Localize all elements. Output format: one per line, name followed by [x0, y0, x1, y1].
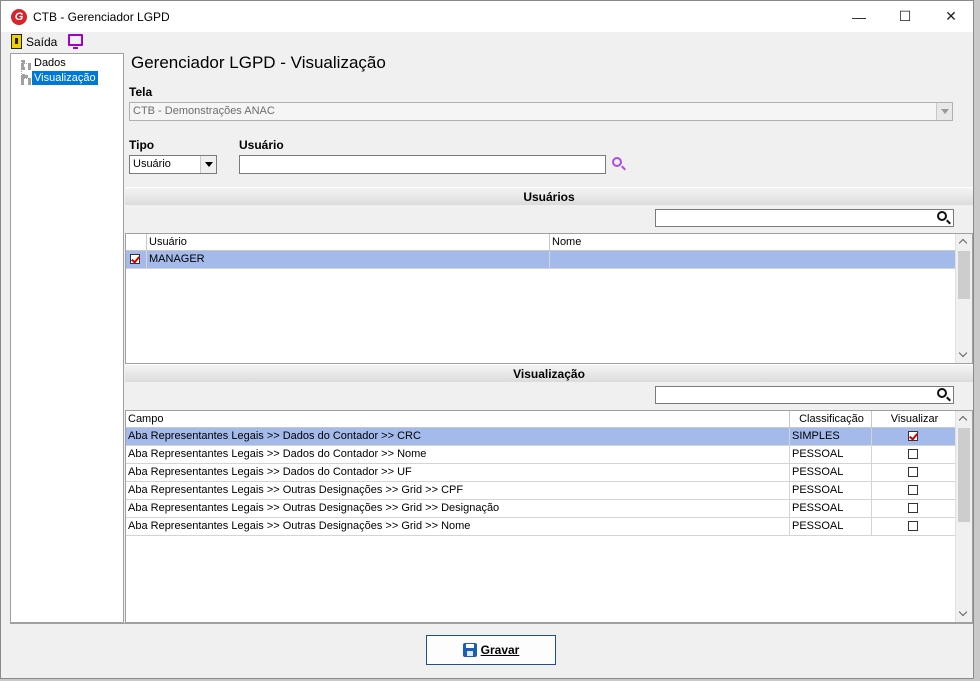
- chevron-down-icon: [200, 156, 216, 173]
- scroll-up-icon[interactable]: [956, 411, 972, 427]
- cell-classificacao: PESSOAL: [790, 500, 872, 517]
- screen-button[interactable]: [68, 34, 83, 49]
- exit-button[interactable]: Saída: [11, 34, 57, 49]
- cell-visualizar[interactable]: [872, 482, 956, 499]
- cell-classificacao: PESSOAL: [790, 518, 872, 535]
- window-title: CTB - Gerenciador LGPD: [33, 10, 170, 24]
- visualizar-checkbox[interactable]: [908, 449, 918, 459]
- scroll-thumb[interactable]: [958, 251, 970, 299]
- visualizacao-search-input[interactable]: [655, 386, 954, 404]
- cell-classificacao: PESSOAL: [790, 464, 872, 481]
- cell-classificacao: SIMPLES: [790, 428, 872, 445]
- visualizacao-section-header: Visualização: [125, 364, 973, 382]
- cell-campo: Aba Representantes Legais >> Dados do Co…: [126, 446, 790, 463]
- visualizar-checkbox[interactable]: [908, 485, 918, 495]
- maximize-button[interactable]: ☐: [882, 1, 928, 32]
- floppy-disk-icon: [462, 643, 477, 657]
- grid-header-nome[interactable]: Nome: [550, 234, 956, 251]
- usuarios-search-input[interactable]: [655, 209, 954, 227]
- search-icon[interactable]: [937, 388, 947, 398]
- visualizar-checkbox[interactable]: [908, 431, 918, 441]
- visualizar-checkbox[interactable]: [908, 521, 918, 531]
- usuarios-scrollbar[interactable]: [955, 234, 972, 363]
- visualizar-checkbox[interactable]: [908, 503, 918, 513]
- title-bar[interactable]: G CTB - Gerenciador LGPD — ☐ ✕: [1, 1, 973, 32]
- cell-visualizar[interactable]: [872, 446, 956, 463]
- grid-header-campo[interactable]: Campo: [126, 411, 790, 428]
- row-checkbox[interactable]: [130, 254, 140, 264]
- scroll-up-icon[interactable]: [956, 234, 972, 250]
- cell-campo: Aba Representantes Legais >> Outras Desi…: [126, 518, 790, 535]
- cell-usuario: MANAGER: [147, 251, 550, 268]
- tela-label: Tela: [129, 85, 153, 99]
- tipo-select[interactable]: Usuário: [129, 155, 217, 174]
- close-button[interactable]: ✕: [928, 1, 974, 32]
- table-row[interactable]: MANAGER: [126, 251, 956, 269]
- grid-header-visualizar[interactable]: Visualizar: [872, 411, 956, 428]
- grid-header-usuario[interactable]: Usuário: [147, 234, 550, 251]
- cell-classificacao: PESSOAL: [790, 446, 872, 463]
- table-row[interactable]: Aba Representantes Legais >> Dados do Co…: [126, 464, 956, 482]
- usuarios-section-header: Usuários: [125, 187, 973, 205]
- cell-campo: Aba Representantes Legais >> Dados do Co…: [126, 428, 790, 445]
- tree-item-visualizacao[interactable]: Visualização: [32, 71, 98, 85]
- save-label: Gravar: [480, 643, 520, 657]
- exit-label: Saída: [26, 34, 58, 49]
- cell-classificacao: PESSOAL: [790, 482, 872, 499]
- cell-visualizar[interactable]: [872, 500, 956, 517]
- usuarios-grid: Usuário Nome MANAGER: [125, 233, 973, 364]
- row-check-cell[interactable]: [126, 251, 147, 268]
- toolbar: Saída: [1, 32, 973, 52]
- cell-nome: [550, 251, 956, 268]
- grid-header-check: [126, 234, 147, 251]
- cell-visualizar[interactable]: [872, 428, 956, 445]
- grid-header-classificacao[interactable]: Classificação: [790, 411, 872, 428]
- visualizacao-grid: Campo Classificação Visualizar Aba Repre…: [125, 410, 973, 623]
- cell-visualizar[interactable]: [872, 518, 956, 535]
- scroll-down-icon[interactable]: [956, 347, 972, 363]
- usuario-label: Usuário: [239, 138, 284, 152]
- monitor-icon: [68, 34, 83, 49]
- scroll-down-icon[interactable]: [956, 606, 972, 622]
- cell-campo: Aba Representantes Legais >> Outras Desi…: [126, 500, 790, 517]
- cell-campo: Aba Representantes Legais >> Dados do Co…: [126, 464, 790, 481]
- bottom-divider: [10, 623, 973, 624]
- minimize-button[interactable]: —: [836, 1, 882, 32]
- cell-visualizar[interactable]: [872, 464, 956, 481]
- visualizar-checkbox[interactable]: [908, 467, 918, 477]
- scroll-thumb[interactable]: [958, 428, 970, 522]
- search-icon[interactable]: [612, 157, 622, 167]
- table-row[interactable]: Aba Representantes Legais >> Dados do Co…: [126, 428, 956, 446]
- table-row[interactable]: Aba Representantes Legais >> Outras Desi…: [126, 518, 956, 536]
- search-icon[interactable]: [937, 211, 947, 221]
- tree-connector: [21, 78, 31, 82]
- navigation-tree: Dados Visualização: [10, 53, 124, 623]
- visualizacao-scrollbar[interactable]: [955, 411, 972, 622]
- chevron-down-icon: [936, 103, 952, 120]
- app-window: G CTB - Gerenciador LGPD — ☐ ✕ Saída Dad…: [0, 0, 974, 679]
- page-title: Gerenciador LGPD - Visualização: [131, 53, 386, 72]
- usuario-input[interactable]: [239, 155, 606, 174]
- tree-item-dados[interactable]: Dados: [32, 56, 68, 70]
- app-logo-icon: G: [11, 9, 27, 25]
- tree-connector: [21, 63, 31, 67]
- exit-door-icon: [11, 34, 22, 49]
- tipo-label: Tipo: [129, 138, 155, 152]
- table-row[interactable]: Aba Representantes Legais >> Outras Desi…: [126, 482, 956, 500]
- table-row[interactable]: Aba Representantes Legais >> Outras Desi…: [126, 500, 956, 518]
- tela-select[interactable]: CTB - Demonstrações ANAC: [129, 102, 953, 121]
- cell-campo: Aba Representantes Legais >> Outras Desi…: [126, 482, 790, 499]
- tela-value: CTB - Demonstrações ANAC: [133, 105, 275, 117]
- tipo-value: Usuário: [133, 158, 171, 170]
- table-row[interactable]: Aba Representantes Legais >> Dados do Co…: [126, 446, 956, 464]
- save-button[interactable]: Gravar: [426, 635, 556, 665]
